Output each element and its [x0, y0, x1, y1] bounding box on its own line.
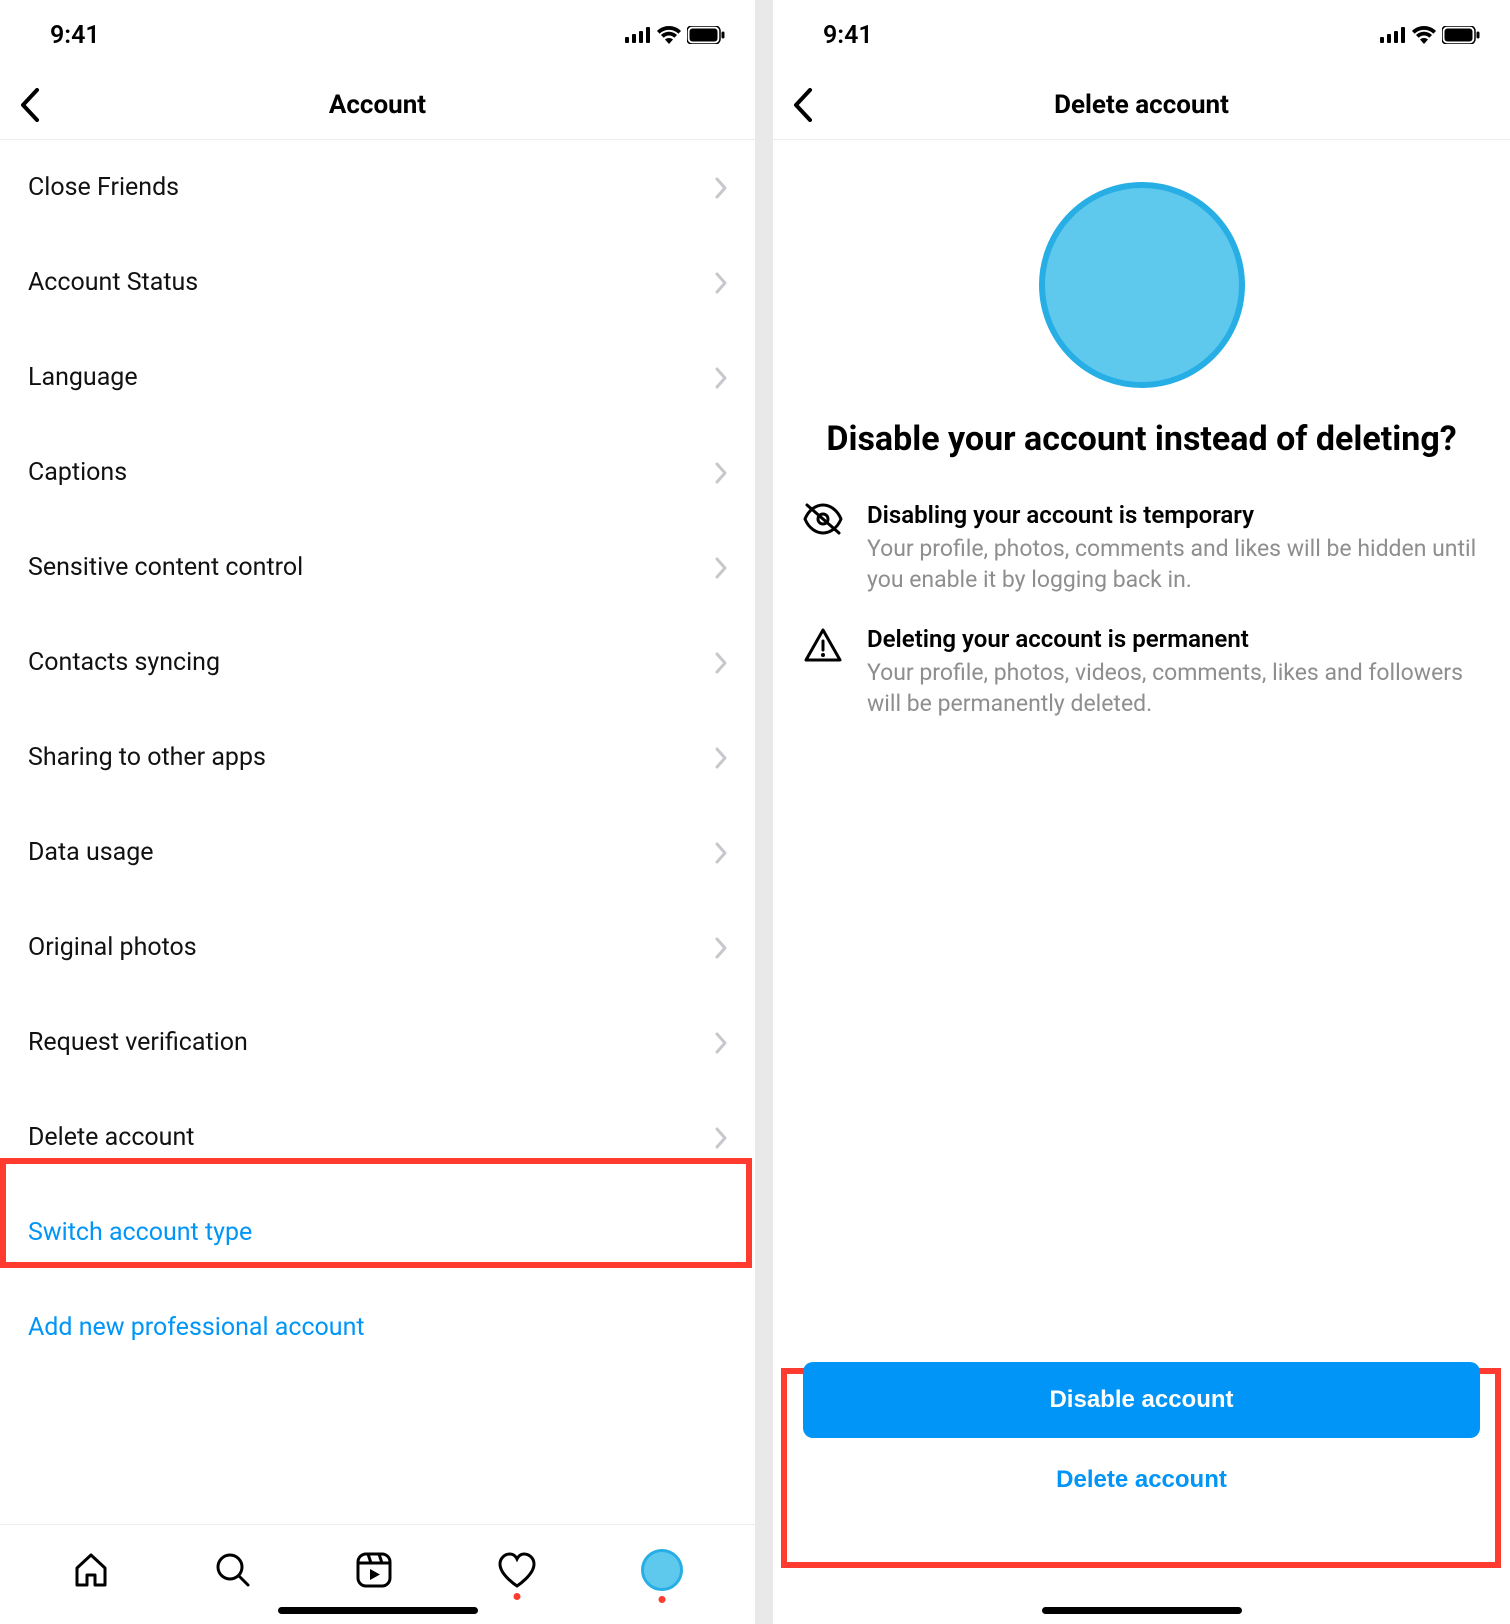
chevron-right-icon	[715, 652, 727, 674]
heart-icon	[497, 1552, 537, 1588]
chevron-right-icon	[715, 937, 727, 959]
info-delete: Deleting your account is permanent Your …	[803, 625, 1480, 719]
chevron-right-icon	[715, 462, 727, 484]
row-sensitive-content[interactable]: Sensitive content control	[0, 520, 755, 615]
content: Disable your account instead of deleting…	[773, 140, 1510, 1624]
home-indicator	[1042, 1607, 1242, 1614]
warning-icon	[803, 627, 843, 719]
row-language[interactable]: Language	[0, 330, 755, 425]
status-icons	[625, 26, 725, 44]
chevron-right-icon	[715, 367, 727, 389]
notification-dot	[659, 1596, 666, 1603]
page-title: Account	[329, 90, 426, 120]
chevron-right-icon	[715, 1032, 727, 1054]
info-body: Your profile, photos, videos, comments, …	[867, 657, 1480, 719]
status-time: 9:41	[823, 21, 873, 50]
tab-search[interactable]	[214, 1551, 252, 1589]
cellular-icon	[625, 27, 651, 43]
row-data-usage[interactable]: Data usage	[0, 805, 755, 900]
status-bar: 9:41	[0, 0, 755, 70]
eye-off-icon	[803, 503, 843, 595]
row-close-friends[interactable]: Close Friends	[0, 140, 755, 235]
status-icons	[1380, 26, 1480, 44]
row-delete-account[interactable]: Delete account	[0, 1090, 755, 1185]
row-contacts-syncing[interactable]: Contacts syncing	[0, 615, 755, 710]
info-text: Deleting your account is permanent Your …	[867, 625, 1480, 719]
battery-icon	[687, 26, 725, 44]
status-bar: 9:41	[773, 0, 1510, 70]
row-switch-account-type[interactable]: Switch account type	[0, 1185, 755, 1280]
delete-account-button[interactable]: Delete account	[803, 1456, 1480, 1504]
page-title: Delete account	[1054, 90, 1229, 120]
row-sharing-other-apps[interactable]: Sharing to other apps	[0, 710, 755, 805]
reels-icon	[355, 1551, 393, 1589]
chevron-right-icon	[715, 842, 727, 864]
info-title: Deleting your account is permanent	[867, 625, 1480, 653]
chevron-right-icon	[715, 557, 727, 579]
chevron-left-icon	[793, 88, 813, 122]
profile-avatar	[1039, 182, 1245, 388]
chevron-right-icon	[715, 177, 727, 199]
app-header: Delete account	[773, 70, 1510, 140]
row-add-professional-account[interactable]: Add new professional account	[0, 1280, 755, 1375]
info-body: Your profile, photos, comments and likes…	[867, 533, 1480, 595]
delete-account-screen: 9:41 Delete account Disable your account…	[773, 0, 1510, 1624]
settings-list: Close Friends Account Status Language Ca…	[0, 140, 755, 1524]
disable-account-button[interactable]: Disable account	[803, 1362, 1480, 1438]
row-original-photos[interactable]: Original photos	[0, 900, 755, 995]
row-account-status[interactable]: Account Status	[0, 235, 755, 330]
back-button[interactable]	[783, 78, 823, 132]
tab-profile[interactable]	[641, 1549, 683, 1591]
chevron-left-icon	[20, 88, 40, 122]
info-title: Disabling your account is temporary	[867, 501, 1480, 529]
notification-dot	[514, 1593, 521, 1600]
bottom-actions: Disable account Delete account	[803, 1362, 1480, 1624]
chevron-right-icon	[715, 272, 727, 294]
search-icon	[214, 1551, 252, 1589]
home-indicator	[278, 1607, 478, 1614]
account-settings-screen: 9:41 Account Close Friends Account Statu…	[0, 0, 755, 1624]
wifi-icon	[657, 26, 681, 44]
status-time: 9:41	[50, 21, 100, 50]
app-header: Account	[0, 70, 755, 140]
info-text: Disabling your account is temporary Your…	[867, 501, 1480, 595]
cellular-icon	[1380, 27, 1406, 43]
battery-icon	[1442, 26, 1480, 44]
tab-activity[interactable]	[497, 1552, 537, 1588]
hero-title: Disable your account instead of deleting…	[816, 418, 1466, 461]
info-disable: Disabling your account is temporary Your…	[803, 501, 1480, 595]
back-button[interactable]	[10, 78, 50, 132]
avatar-icon	[641, 1549, 683, 1591]
chevron-right-icon	[715, 1127, 727, 1149]
row-request-verification[interactable]: Request verification	[0, 995, 755, 1090]
chevron-right-icon	[715, 747, 727, 769]
wifi-icon	[1412, 26, 1436, 44]
row-captions[interactable]: Captions	[0, 425, 755, 520]
tab-reels[interactable]	[355, 1551, 393, 1589]
home-icon	[72, 1551, 110, 1589]
tab-home[interactable]	[72, 1551, 110, 1589]
screenshot-divider	[755, 0, 773, 1624]
